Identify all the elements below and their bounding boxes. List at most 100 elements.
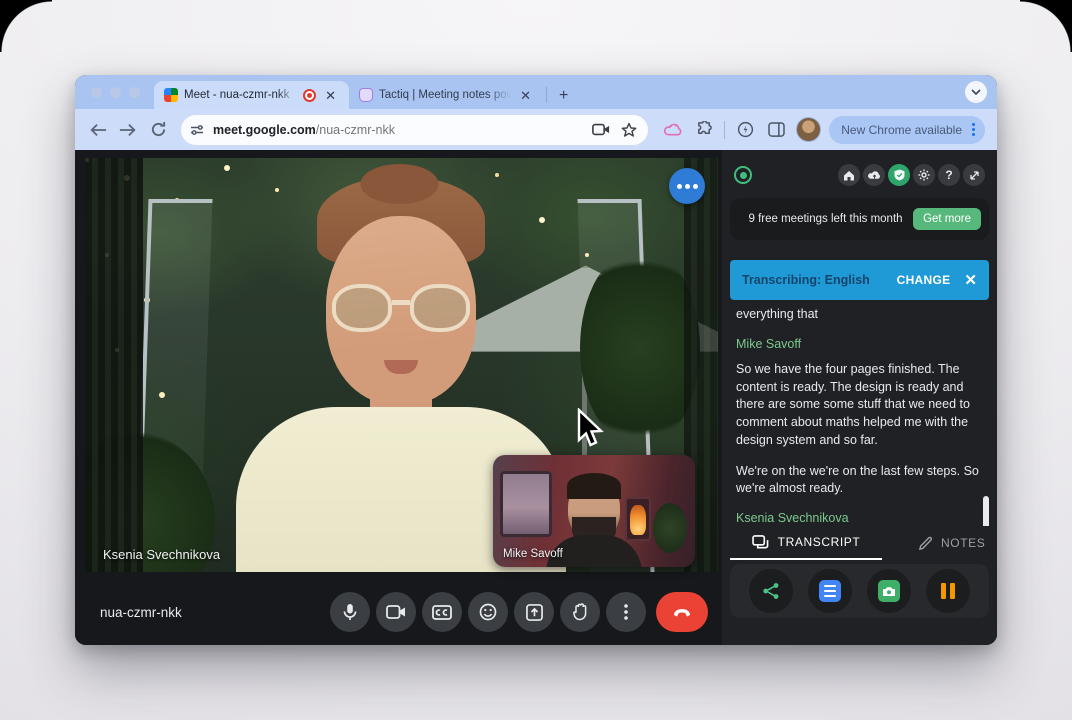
microphone-button[interactable]	[330, 592, 370, 632]
transcript-text: We're on the we're on the last few steps…	[736, 463, 981, 499]
meet-control-bar: nua-czmr-nkk	[75, 579, 722, 645]
reactions-button[interactable]	[468, 592, 508, 632]
close-transcribing-icon[interactable]: ✕	[964, 271, 977, 289]
site-settings-icon[interactable]	[187, 120, 207, 140]
close-tab-icon[interactable]: ✕	[517, 88, 534, 103]
tab-notes-label: NOTES	[941, 536, 985, 550]
url-host: meet.google.com	[213, 123, 316, 137]
transcript-speaker: Ksenia Svechnikova	[736, 511, 981, 525]
end-call-button[interactable]	[656, 592, 708, 632]
tab-notes[interactable]: NOTES	[918, 536, 985, 551]
transcript-text: So we have the four pages finished. The …	[736, 361, 981, 450]
reload-icon[interactable]	[147, 119, 169, 141]
screen-corner-right	[1020, 0, 1072, 52]
bookmark-star-icon[interactable]	[618, 119, 640, 141]
more-options-button[interactable]	[606, 592, 646, 632]
url-path: /nua-czmr-nkk	[316, 123, 395, 137]
pause-button[interactable]	[926, 569, 970, 613]
tab-recording-indicator-icon	[303, 89, 316, 102]
tab-separator	[546, 87, 547, 103]
tactiq-header: ?	[730, 160, 989, 190]
free-meetings-text: 9 free meetings left this month	[746, 212, 905, 227]
address-bar[interactable]: meet.google.com/nua-czmr-nkk	[181, 115, 648, 145]
window-controls[interactable]	[75, 75, 154, 109]
recording-status-icon	[734, 166, 752, 184]
browser-window: Meet - nua-czmr-nkk ✕ Tactiq | Meeting n…	[75, 75, 997, 645]
change-language-button[interactable]: CHANGE	[897, 273, 951, 287]
new-tab-button[interactable]: +	[549, 87, 578, 109]
side-panel-icon[interactable]	[765, 119, 787, 141]
camera-button[interactable]	[376, 592, 416, 632]
browser-toolbar: meet.google.com/nua-czmr-nkk	[75, 109, 997, 150]
tab-search-chevron-icon[interactable]	[965, 81, 987, 103]
pip-plant	[653, 503, 687, 553]
tactiq-action-bar	[730, 564, 989, 618]
privacy-shield-icon[interactable]	[888, 164, 910, 186]
chat-icon	[752, 535, 770, 550]
tactiq-tabs: TRANSCRIPT NOTES	[730, 526, 989, 560]
home-icon[interactable]	[838, 164, 860, 186]
minimize-window-button[interactable]	[110, 87, 121, 98]
tactiq-favicon-icon	[359, 88, 373, 102]
meet-buttons	[330, 592, 708, 632]
update-chrome-button[interactable]: New Chrome available	[829, 116, 985, 144]
camera-permission-icon[interactable]	[590, 119, 612, 141]
close-window-button[interactable]	[91, 87, 102, 98]
transcribing-label: Transcribing: English	[742, 273, 889, 287]
tab-transcript[interactable]: TRANSCRIPT	[730, 526, 882, 560]
glasses	[326, 284, 476, 334]
extension-icons	[662, 117, 821, 142]
meet-stage: Ksenia Svechnikova Mike Savoff nua-czmr-…	[75, 150, 722, 645]
transcript-scrollbar[interactable]	[983, 496, 989, 526]
get-more-button[interactable]: Get more	[913, 208, 981, 230]
settings-gear-icon[interactable]	[913, 164, 935, 186]
transcript-text: everything that	[736, 306, 981, 324]
tactiq-header-icons: ?	[838, 164, 985, 186]
raise-hand-button[interactable]	[560, 592, 600, 632]
update-chrome-label: New Chrome available	[841, 123, 962, 137]
document-button[interactable]	[808, 569, 852, 613]
tab-transcript-label: TRANSCRIPT	[778, 535, 861, 549]
transcript-list[interactable]: everything that Mike Savoff So we have t…	[730, 300, 989, 526]
share-button[interactable]	[749, 569, 793, 613]
performance-icon[interactable]	[734, 119, 756, 141]
camera-icon	[878, 580, 900, 602]
pip-video-tile[interactable]: Mike Savoff	[493, 455, 695, 567]
tab-tactiq[interactable]: Tactiq | Meeting notes powe ✕	[349, 81, 544, 109]
browser-menu-icon[interactable]	[968, 121, 979, 138]
pencil-icon	[918, 536, 933, 551]
help-icon[interactable]: ?	[938, 164, 960, 186]
present-screen-button[interactable]	[514, 592, 554, 632]
collapse-panel-icon[interactable]	[963, 164, 985, 186]
cloud-upload-icon[interactable]	[863, 164, 885, 186]
chat-overlay-icon[interactable]	[669, 168, 705, 204]
pip-window	[500, 471, 552, 537]
pip-face	[568, 479, 620, 541]
browser-content: Ksenia Svechnikova Mike Savoff nua-czmr-…	[75, 150, 997, 645]
extensions-puzzle-icon[interactable]	[693, 119, 715, 141]
meeting-code-label: nua-czmr-nkk	[100, 605, 182, 620]
forward-icon[interactable]	[117, 119, 139, 141]
tab-strip: Meet - nua-czmr-nkk ✕ Tactiq | Meeting n…	[75, 75, 997, 109]
hair-bun	[361, 164, 439, 204]
url-text[interactable]: meet.google.com/nua-czmr-nkk	[213, 123, 584, 137]
tab-title: Tactiq | Meeting notes powe	[379, 89, 511, 101]
pip-name-label: Mike Savoff	[503, 548, 563, 560]
pause-icon	[941, 583, 955, 599]
tab-meet[interactable]: Meet - nua-czmr-nkk ✕	[154, 81, 349, 109]
toolbar-separator	[724, 121, 725, 139]
extension-pink-icon[interactable]	[662, 119, 684, 141]
profile-avatar[interactable]	[796, 117, 821, 142]
screenshot-button[interactable]	[867, 569, 911, 613]
close-tab-icon[interactable]: ✕	[322, 88, 339, 103]
tactiq-panel: ? 9 free meetings left this month Get mo…	[722, 150, 997, 645]
participant-name-label: Ksenia Svechnikova	[103, 547, 220, 562]
wall-slats	[85, 158, 143, 572]
back-icon[interactable]	[87, 119, 109, 141]
free-meetings-banner: 9 free meetings left this month Get more	[730, 198, 989, 240]
pip-fireplace	[625, 497, 651, 541]
captions-button[interactable]	[422, 592, 462, 632]
transcribing-bar: Transcribing: English CHANGE ✕	[730, 260, 989, 300]
maximize-window-button[interactable]	[129, 87, 140, 98]
tab-title: Meet - nua-czmr-nkk	[184, 89, 297, 101]
